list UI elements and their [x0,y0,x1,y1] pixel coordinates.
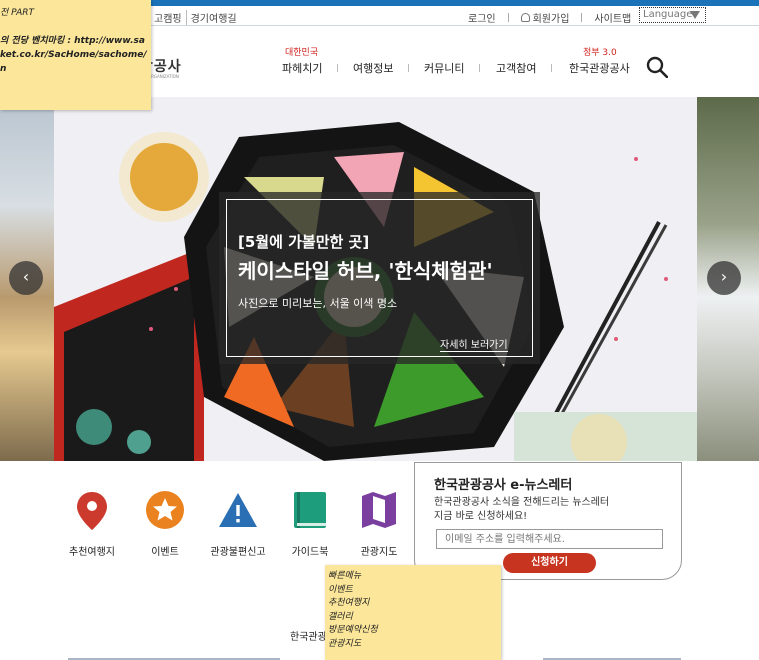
warning-icon [219,493,257,527]
search-icon[interactable] [646,56,668,78]
petal-dot [614,337,618,341]
quick-item-report[interactable]: 관광불편신고 [198,490,278,558]
note-line: 갤러리 [328,611,353,622]
quick-label: 관광지도 [360,547,398,558]
divider [479,64,480,72]
divider [581,13,583,22]
nav-item-explore[interactable]: 파헤치기 [282,60,322,76]
note-line: n [0,64,7,74]
section-label: 한국관광 [290,632,327,643]
note-line: 방문예약신청 [328,625,378,636]
note-line: 의 전당 벤치마킹 : http://www.sa [0,36,145,46]
quick-label: 관광불편신고 [210,547,266,558]
divider [408,64,409,72]
quick-label: 이벤트 [151,547,179,558]
utility-right-links: 로그인 회원가입 사이트맵 [468,10,631,25]
newsletter-desc-line: 한국관광공사 소식을 전해드리는 뉴스레터 [434,497,610,508]
petal-dot [174,287,178,291]
slide-subtitle: 사진으로 미리보는, 서울 이색 명소 [238,297,398,310]
note-line: 전 PART [0,8,35,18]
login-link[interactable]: 로그인 [468,10,496,25]
divider [551,64,552,72]
link-gocamping[interactable]: 고캠핑 [150,10,186,25]
quick-item-event[interactable]: 이벤트 [125,490,205,558]
utility-left-links: 고캠핑 경기여행길 [150,10,241,25]
map-pin-icon [77,492,107,530]
person-icon [520,13,530,22]
gnb-tag-gov30: 정부 3.0 [583,48,617,58]
petal-dot [664,277,668,281]
note-line [0,20,151,34]
slide-more-link[interactable]: 자세히 보러가기 [440,336,508,352]
language-select[interactable]: Language [639,7,706,23]
note-line: 이벤트 [328,584,353,595]
quick-label: 가이드북 [291,547,329,558]
divider [337,64,338,72]
quick-item-recommended[interactable]: 추천여행지 [52,490,132,558]
chevron-down-icon [690,11,700,19]
carousel-prev-button[interactable]: ‹ [9,261,43,295]
annotation-note: 전 PART 의 전당 벤치마킹 : http://www.sa ket.co.… [0,0,151,110]
divider [507,13,509,22]
newsletter-desc-line: 지금 바로 신청하세요! [434,511,528,522]
quick-item-map[interactable]: 관광지도 [339,490,419,558]
note-line: ket.co.kr/SacHome/sachome/ [0,50,147,60]
map-icon [362,492,396,528]
nav-item-kto[interactable]: 한국관광공사 [569,60,630,76]
note-line: 빠른메뉴 [328,571,362,581]
newsletter-title: 한국관광공사 e-뉴스레터 [434,478,573,493]
nav-item-customer[interactable]: 고객참여 [496,60,536,76]
nav-item-community[interactable]: 커뮤니티 [424,60,464,76]
signup-link[interactable]: 회원가입 [533,10,570,25]
carousel-next-button[interactable]: › [707,261,741,295]
note-line: 관광지도 [328,638,362,649]
gnb-tag-korea: 대한민국 [285,48,319,58]
language-label: Language [643,9,693,20]
note-line: 추천여행지 [328,598,370,609]
sitemap-link[interactable]: 사이트맵 [594,10,631,25]
link-gyeonggi-trail[interactable]: 경기여행길 [185,10,241,25]
subscribe-button[interactable]: 신청하기 [503,553,596,573]
petal-dot [149,327,153,331]
hero-carousel: [5월에 가볼만한 곳] 케이스타일 허브, '한식체험관' 사진으로 미리보는… [0,97,759,461]
quick-item-guidebook[interactable]: 가이드북 [270,490,350,558]
nav-item-travel-info[interactable]: 여행정보 [353,60,393,76]
quick-label: 추천여행지 [69,547,115,558]
slide-tag: [5월에 가볼만한 곳] [238,233,370,251]
petal-dot [634,157,638,161]
star-icon [146,491,184,529]
annotation-note-quick-menu: 빠른메뉴 이벤트 추천여행지 갤러리 방문예약신청 관광지도 [325,565,501,660]
newsletter-description: 한국관광공사 소식을 전해드리는 뉴스레터 지금 바로 신청하세요! [434,496,664,524]
email-field[interactable] [436,529,663,549]
book-icon [294,492,326,528]
slide-title: 케이스타일 허브, '한식체험관' [238,259,493,283]
